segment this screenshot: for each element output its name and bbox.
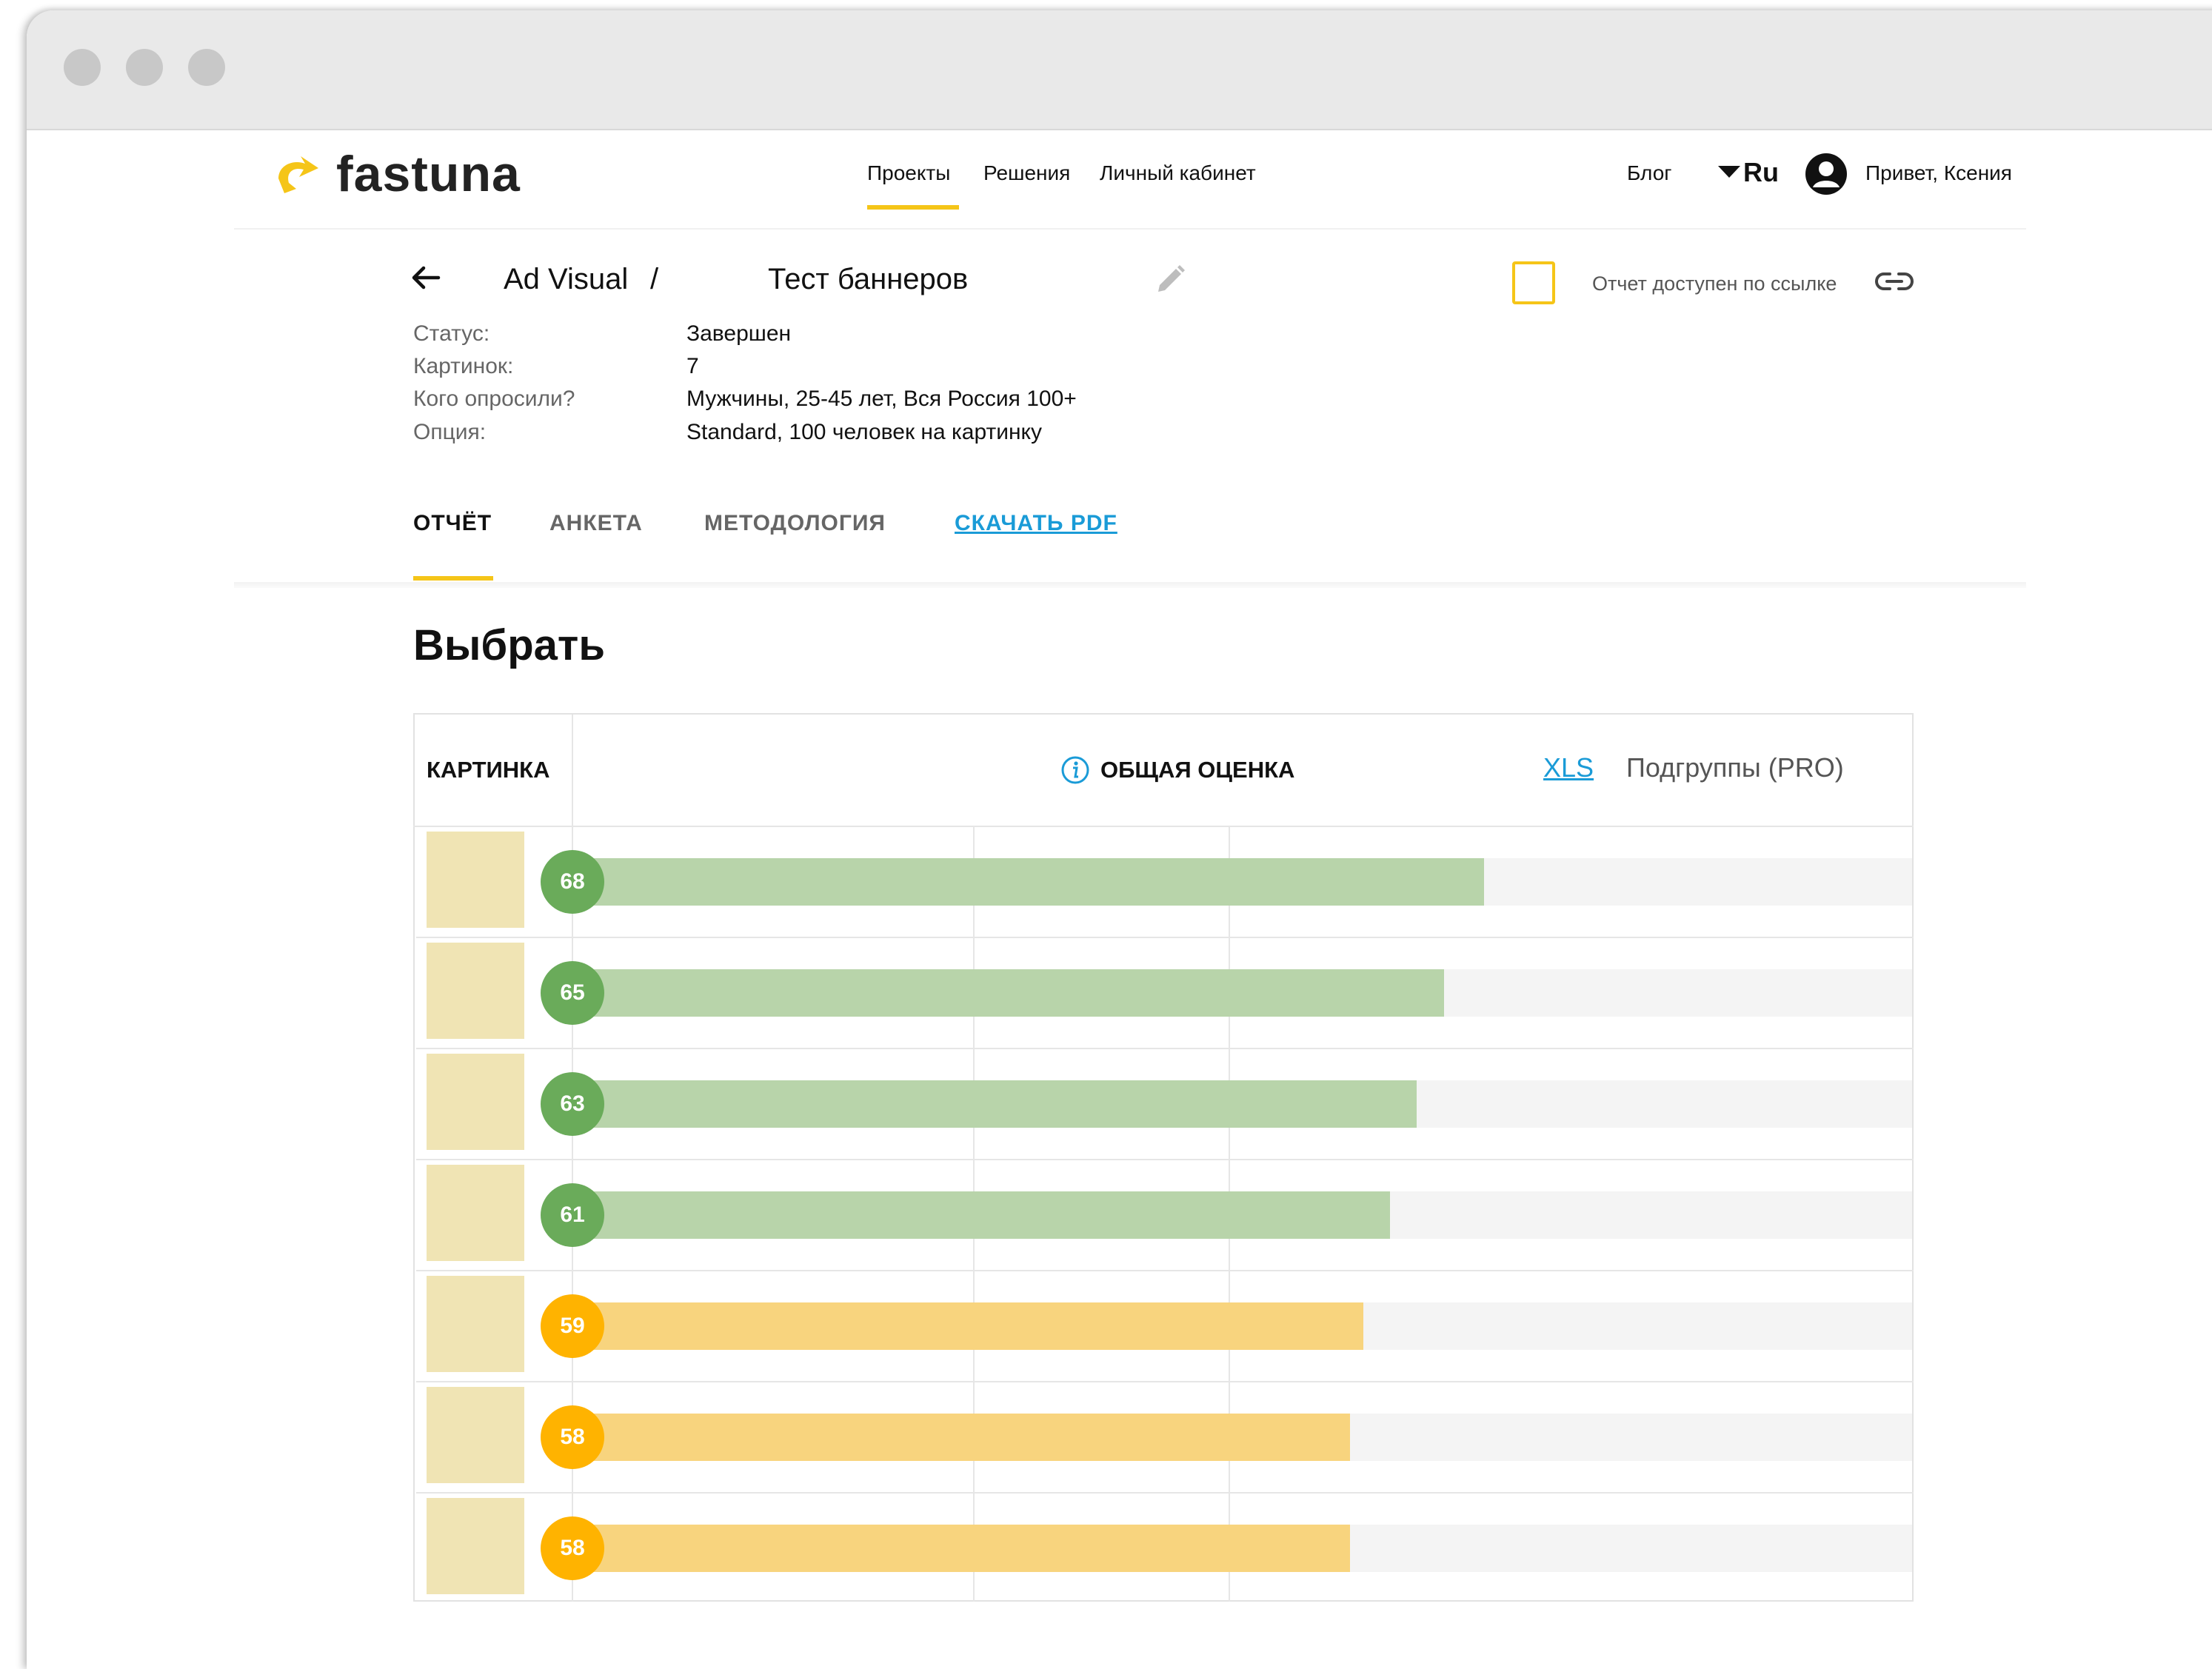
- back-arrow-icon[interactable]: [407, 259, 444, 296]
- image-thumbnail[interactable]: [427, 832, 524, 928]
- share-link-checkbox[interactable]: [1512, 261, 1555, 304]
- user-avatar-icon[interactable]: [1805, 153, 1847, 195]
- image-thumbnail[interactable]: [427, 1165, 524, 1261]
- score-bar: [572, 1302, 1363, 1350]
- row-divider: [416, 1381, 1914, 1382]
- score-bar: [572, 1525, 1350, 1572]
- language-label: Ru: [1743, 157, 1779, 187]
- window-minimize-dot[interactable]: [126, 49, 163, 86]
- meta-status-value: Завершен: [686, 321, 792, 346]
- score-badge: 68: [541, 850, 604, 914]
- score-badge: 65: [541, 961, 604, 1025]
- image-thumbnail[interactable]: [427, 1387, 524, 1483]
- score-bar: [572, 858, 1484, 906]
- image-thumbnail[interactable]: [427, 943, 524, 1039]
- tab-methodology[interactable]: МЕТОДОЛОГИЯ: [704, 511, 886, 536]
- table-header-divider: [413, 826, 1914, 827]
- tabs-divider: [234, 582, 2026, 588]
- subgroups-pro-button[interactable]: Подгруппы (PRO): [1626, 752, 1844, 783]
- row-divider: [416, 937, 1914, 938]
- score-badge: 63: [541, 1072, 604, 1136]
- info-icon[interactable]: [1060, 755, 1090, 785]
- logo-arrow-icon: [278, 156, 318, 193]
- nav-link-projects[interactable]: Проекты: [867, 161, 950, 185]
- pencil-icon[interactable]: [1152, 262, 1188, 298]
- meta-option-value: Standard, 100 человек на картинку: [686, 420, 1043, 444]
- header-divider: [234, 228, 2026, 230]
- meta-option-label: Опция:: [413, 420, 487, 444]
- share-link-label: Отчет доступен по ссылке: [1592, 272, 1837, 295]
- nav-link-account[interactable]: Личный кабинет: [1100, 161, 1256, 185]
- score-badge: 58: [541, 1405, 604, 1469]
- meta-images-label: Картинок:: [413, 354, 514, 378]
- nav-active-indicator: [867, 205, 959, 210]
- column-header-image: КАРТИНКА: [427, 757, 550, 783]
- image-thumbnail[interactable]: [427, 1054, 524, 1150]
- language-selector[interactable]: Ru: [1718, 157, 1779, 188]
- link-icon[interactable]: [1874, 268, 1915, 295]
- results-table: [413, 713, 1914, 1602]
- nav-link-blog[interactable]: Блог: [1627, 161, 1672, 185]
- fastuna-logo[interactable]: fastuna: [271, 144, 521, 204]
- browser-titlebar: [27, 10, 2212, 130]
- row-divider: [416, 1159, 1914, 1160]
- window-close-dot[interactable]: [64, 49, 101, 86]
- user-greeting[interactable]: Привет, Ксения: [1865, 161, 2012, 185]
- tab-questionnaire[interactable]: АНКЕТА: [549, 511, 643, 536]
- caret-down-icon: [1718, 166, 1740, 178]
- score-badge: 58: [541, 1516, 604, 1580]
- score-bar: [572, 969, 1444, 1017]
- meta-audience-label: Кого опросили?: [413, 387, 575, 411]
- image-thumbnail[interactable]: [427, 1276, 524, 1372]
- breadcrumb-product[interactable]: Ad Visual: [504, 263, 628, 296]
- meta-audience-value: Мужчины, 25-45 лет, Вся Россия 100+: [686, 387, 1077, 411]
- score-badge: 61: [541, 1183, 604, 1247]
- row-divider: [416, 1270, 1914, 1271]
- tab-report[interactable]: ОТЧЁТ: [413, 511, 492, 536]
- row-divider: [416, 1048, 1914, 1049]
- logo-text: fastuna: [336, 146, 521, 202]
- row-divider: [416, 1492, 1914, 1494]
- tab-active-indicator: [413, 576, 493, 581]
- column-header-score: ОБЩАЯ ОЦЕНКА: [1100, 757, 1295, 783]
- meta-images-value: 7: [686, 354, 699, 378]
- score-bar: [572, 1080, 1417, 1128]
- meta-status-label: Статус:: [413, 321, 490, 346]
- score-bar: [572, 1414, 1350, 1461]
- download-pdf-link[interactable]: СКАЧАТЬ PDF: [955, 511, 1117, 536]
- xls-export-link[interactable]: XLS: [1543, 752, 1594, 783]
- score-badge: 59: [541, 1294, 604, 1358]
- window-maximize-dot[interactable]: [188, 49, 225, 86]
- score-bar: [572, 1191, 1391, 1239]
- breadcrumb-separator: /: [650, 263, 659, 295]
- project-title: Тест баннеров: [768, 263, 969, 295]
- nav-link-solutions[interactable]: Решения: [983, 161, 1070, 185]
- section-title: Выбрать: [413, 621, 605, 669]
- image-thumbnail[interactable]: [427, 1498, 524, 1594]
